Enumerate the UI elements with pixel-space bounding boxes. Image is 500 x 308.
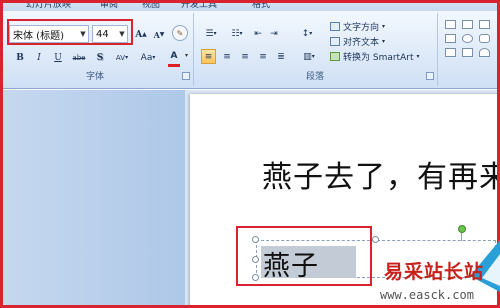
- font-controls-highlight: [7, 19, 133, 45]
- watermark-site-name: 易采站长站: [384, 261, 485, 283]
- selected-text-highlight: [236, 226, 372, 286]
- watermark-url: www.easck.com: [380, 288, 474, 302]
